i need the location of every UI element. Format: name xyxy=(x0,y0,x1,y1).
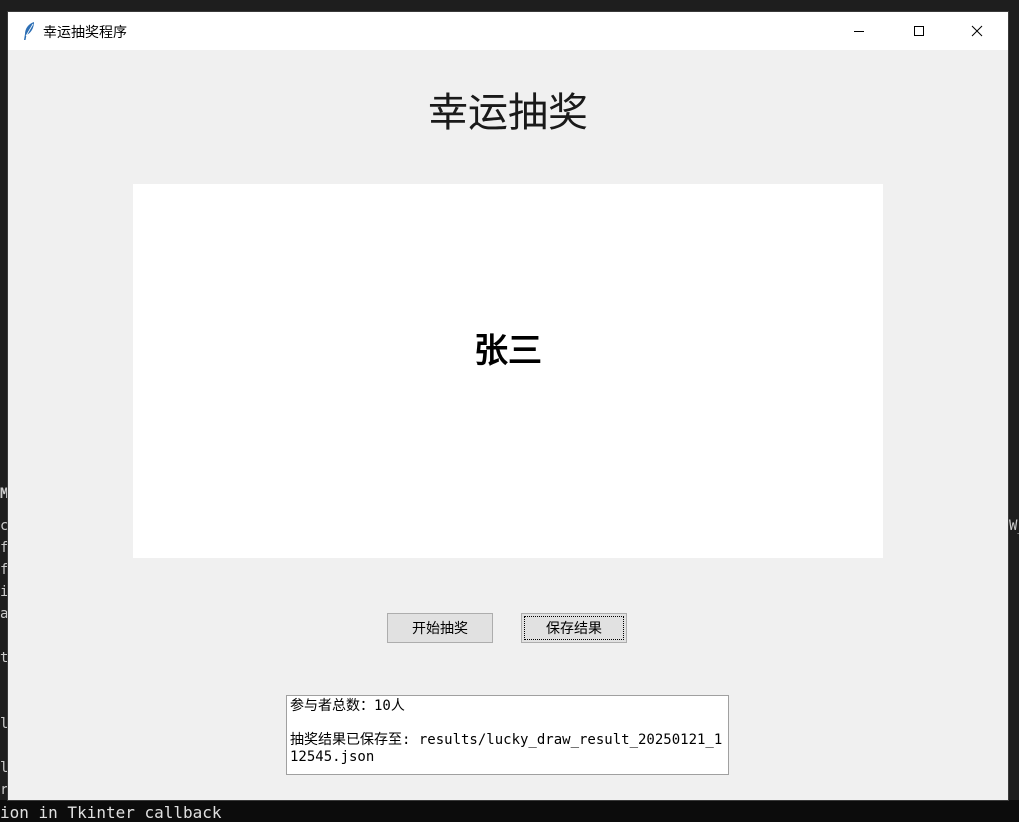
title-bar[interactable]: 幸运抽奖程序 xyxy=(8,12,1008,50)
terminal-bottom-text: ion in Tkinter callback xyxy=(0,803,222,822)
log-saved-path: 抽奖结果已保存至: results/lucky_draw_result_2025… xyxy=(290,732,723,765)
bg-right-fragment: W_ xyxy=(1009,518,1019,534)
close-icon xyxy=(971,25,983,37)
focus-ring xyxy=(524,616,624,640)
app-window: 幸运抽奖程序 幸运抽奖 张三 开始抽奖 保存结果 参与者总数：10人 抽奖结果已… xyxy=(8,12,1008,800)
log-participants: 参与者总数：10人 xyxy=(290,698,405,714)
log-blank xyxy=(290,715,725,732)
close-button[interactable] xyxy=(948,12,1006,50)
start-draw-button[interactable]: 开始抽奖 xyxy=(387,613,493,643)
winner-name: 张三 xyxy=(474,331,542,371)
winner-display: 张三 xyxy=(133,184,883,558)
minimize-icon xyxy=(854,31,864,32)
maximize-icon xyxy=(914,26,924,36)
log-textbox[interactable]: 参与者总数：10人 抽奖结果已保存至: results/lucky_draw_r… xyxy=(286,695,729,775)
feather-icon xyxy=(24,22,34,40)
window-title: 幸运抽奖程序 xyxy=(43,25,127,41)
maximize-button[interactable] xyxy=(890,12,948,50)
page-title: 幸运抽奖 xyxy=(428,90,588,136)
save-result-button[interactable]: 保存结果 xyxy=(521,613,627,643)
minimize-button[interactable] xyxy=(830,12,888,50)
start-draw-label: 开始抽奖 xyxy=(412,621,468,637)
